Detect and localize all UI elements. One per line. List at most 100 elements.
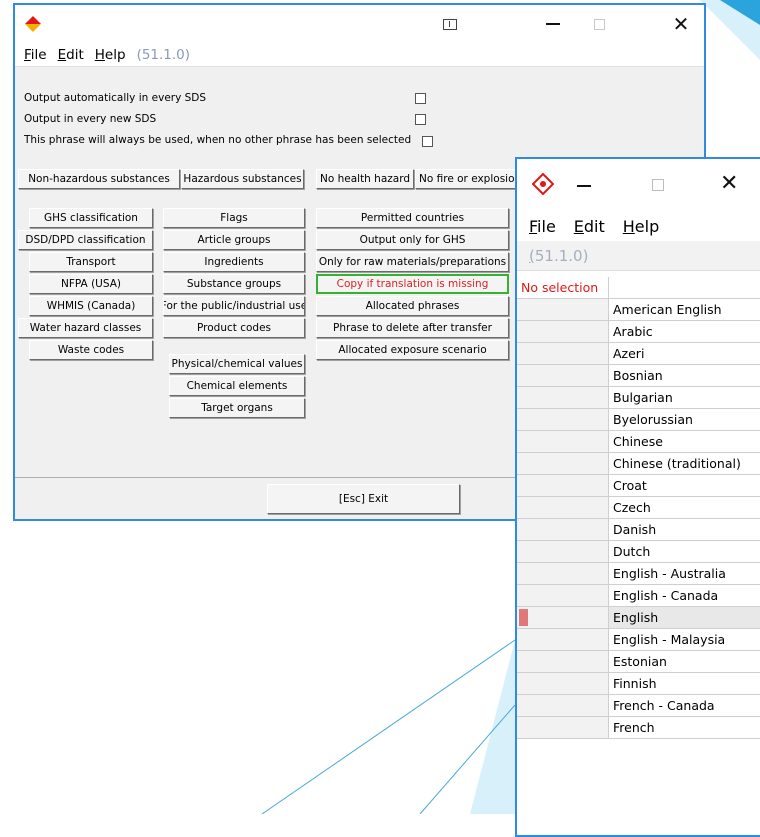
hazardous-button[interactable]: Hazardous substances bbox=[181, 169, 304, 189]
menu-help[interactable]: Help bbox=[623, 217, 659, 236]
language-select-cell[interactable] bbox=[517, 453, 609, 474]
language-name: English - Australia bbox=[609, 563, 760, 584]
ghs-classification-button[interactable]: GHS classification bbox=[29, 208, 153, 228]
language-row[interactable]: Finnish bbox=[517, 673, 760, 695]
language-select-cell[interactable] bbox=[517, 497, 609, 518]
language-select-cell[interactable] bbox=[517, 563, 609, 584]
language-title-bar[interactable]: ✕ bbox=[517, 159, 760, 211]
permitted-countries-button[interactable]: Permitted countries bbox=[316, 208, 509, 228]
language-row[interactable]: English - Canada bbox=[517, 585, 760, 607]
language-row[interactable]: English bbox=[517, 607, 760, 629]
exit-button[interactable]: [Esc] Exit bbox=[267, 484, 460, 514]
language-row[interactable]: Bulgarian bbox=[517, 387, 760, 409]
minimize-icon bbox=[546, 23, 560, 25]
output-only-ghs-button[interactable]: Output only for GHS bbox=[316, 230, 509, 250]
language-select-cell[interactable] bbox=[517, 717, 609, 738]
copy-if-translation-missing-button[interactable]: Copy if translation is missing bbox=[316, 274, 509, 294]
raw-materials-button[interactable]: Only for raw materials/preparations bbox=[316, 252, 509, 272]
language-select-cell[interactable] bbox=[517, 695, 609, 716]
app-logo-icon bbox=[25, 16, 41, 32]
language-row[interactable]: Danish bbox=[517, 519, 760, 541]
language-select-cell[interactable] bbox=[517, 673, 609, 694]
menu-help[interactable]: Help bbox=[95, 47, 126, 63]
maximize-button[interactable] bbox=[576, 5, 622, 43]
language-name: Azeri bbox=[609, 343, 760, 364]
language-select-cell[interactable] bbox=[517, 475, 609, 496]
language-select-cell[interactable] bbox=[517, 629, 609, 650]
language-select-cell[interactable] bbox=[517, 431, 609, 452]
language-select-cell[interactable] bbox=[517, 299, 609, 320]
language-select-cell[interactable] bbox=[517, 321, 609, 342]
language-row[interactable]: Azeri bbox=[517, 343, 760, 365]
language-row[interactable]: Arabic bbox=[517, 321, 760, 343]
language-row[interactable]: American English bbox=[517, 299, 760, 321]
language-select-cell[interactable] bbox=[517, 541, 609, 562]
language-name: Finnish bbox=[609, 673, 760, 694]
menu-file[interactable]: File bbox=[529, 217, 556, 236]
language-name: English bbox=[609, 607, 760, 628]
flags-button[interactable]: Flags bbox=[163, 208, 305, 228]
language-row[interactable]: Byelorussian bbox=[517, 409, 760, 431]
language-row[interactable]: Chinese bbox=[517, 431, 760, 453]
language-select-cell[interactable] bbox=[517, 519, 609, 540]
close-button[interactable]: ✕ bbox=[658, 5, 704, 43]
language-row[interactable]: English - Malaysia bbox=[517, 629, 760, 651]
new-sds-checkbox[interactable] bbox=[415, 114, 426, 125]
language-row[interactable]: Dutch bbox=[517, 541, 760, 563]
minimize-icon[interactable] bbox=[577, 185, 591, 187]
language-name: Croat bbox=[609, 475, 760, 496]
allocated-phrases-button[interactable]: Allocated phrases bbox=[316, 296, 509, 316]
phrase-delete-after-transfer-button[interactable]: Phrase to delete after transfer bbox=[316, 318, 509, 338]
language-row[interactable]: French bbox=[517, 717, 760, 739]
no-selection-cell[interactable]: No selection bbox=[517, 277, 609, 298]
close-icon[interactable]: ✕ bbox=[720, 173, 738, 195]
language-row[interactable]: Estonian bbox=[517, 651, 760, 673]
target-organs-button[interactable]: Target organs bbox=[169, 398, 305, 418]
transport-button[interactable]: Transport bbox=[29, 252, 153, 272]
minimize-button[interactable] bbox=[530, 5, 576, 43]
chemical-elements-button[interactable]: Chemical elements bbox=[169, 376, 305, 396]
menu-file[interactable]: File bbox=[24, 47, 47, 63]
language-row[interactable]: Czech bbox=[517, 497, 760, 519]
language-row[interactable]: French - Canada bbox=[517, 695, 760, 717]
bg-shape-top bbox=[700, 0, 760, 60]
waste-codes-button[interactable]: Waste codes bbox=[29, 340, 153, 360]
language-name: Dutch bbox=[609, 541, 760, 562]
no-health-hazard-button[interactable]: No health hazard bbox=[316, 169, 414, 189]
substance-groups-button[interactable]: Substance groups bbox=[163, 274, 305, 294]
language-row[interactable]: Bosnian bbox=[517, 365, 760, 387]
dsd-dpd-classification-button[interactable]: DSD/DPD classification bbox=[18, 230, 153, 250]
whmis-button[interactable]: WHMIS (Canada) bbox=[29, 296, 153, 316]
title-bar[interactable]: ✕ bbox=[15, 5, 704, 43]
language-select-cell[interactable] bbox=[517, 409, 609, 430]
water-hazard-classes-button[interactable]: Water hazard classes bbox=[18, 318, 153, 338]
non-hazardous-button[interactable]: Non-hazardous substances bbox=[18, 169, 180, 189]
restore-icon[interactable] bbox=[443, 19, 457, 30]
language-row[interactable]: English - Australia bbox=[517, 563, 760, 585]
menu-edit[interactable]: Edit bbox=[58, 47, 84, 63]
language-name: French - Canada bbox=[609, 695, 760, 716]
language-select-cell[interactable] bbox=[517, 585, 609, 606]
language-name: Bosnian bbox=[609, 365, 760, 386]
always-used-checkbox[interactable] bbox=[422, 136, 433, 147]
nfpa-button[interactable]: NFPA (USA) bbox=[29, 274, 153, 294]
ingredients-button[interactable]: Ingredients bbox=[163, 252, 305, 272]
language-row[interactable]: Croat bbox=[517, 475, 760, 497]
language-select-cell[interactable] bbox=[517, 343, 609, 364]
language-version-label: (51.1.0) bbox=[517, 241, 760, 271]
language-name: Chinese (traditional) bbox=[609, 453, 760, 474]
public-industrial-use-button[interactable]: For the public/industrial use bbox=[163, 296, 305, 316]
product-codes-button[interactable]: Product codes bbox=[163, 318, 305, 338]
auto-output-checkbox[interactable] bbox=[415, 93, 426, 104]
language-row[interactable]: Chinese (traditional) bbox=[517, 453, 760, 475]
language-select-cell[interactable] bbox=[517, 651, 609, 672]
article-groups-button[interactable]: Article groups bbox=[163, 230, 305, 250]
language-select-cell[interactable] bbox=[517, 607, 609, 628]
close-icon: ✕ bbox=[672, 12, 690, 36]
allocated-exposure-scenario-button[interactable]: Allocated exposure scenario bbox=[316, 340, 509, 360]
physical-chemical-values-button[interactable]: Physical/chemical values bbox=[169, 354, 305, 374]
maximize-icon[interactable] bbox=[652, 179, 664, 191]
language-select-cell[interactable] bbox=[517, 387, 609, 408]
language-select-cell[interactable] bbox=[517, 365, 609, 386]
menu-edit[interactable]: Edit bbox=[574, 217, 605, 236]
